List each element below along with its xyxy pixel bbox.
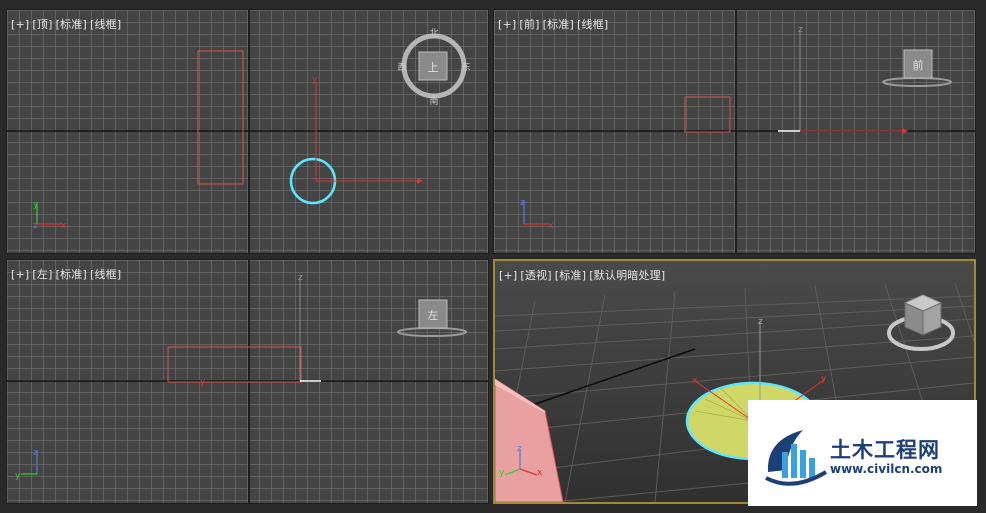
compass-east[interactable]: 东: [461, 61, 470, 73]
box-object[interactable]: [167, 346, 302, 383]
view-type-menu[interactable]: [左]: [32, 268, 52, 281]
viewport-menu-button[interactable]: [+]: [498, 18, 516, 31]
compass-south[interactable]: 南: [429, 95, 438, 107]
viewport-menu-button[interactable]: [+]: [499, 269, 517, 282]
compass-west[interactable]: 西: [397, 62, 406, 73]
tripod-y-label: y: [499, 468, 505, 478]
gizmo-z-label: z: [798, 25, 803, 35]
compass-ring[interactable]: [882, 77, 952, 87]
gizmo-y-label: y: [200, 377, 206, 387]
tripod-z-label: z: [33, 221, 37, 230]
viewcube-face-top: 上: [428, 61, 439, 74]
tripod-z-label: z: [520, 198, 525, 208]
viewport-front[interactable]: z 前 z x [+] [前] [标准] [线框]: [493, 9, 976, 254]
viewport-top[interactable]: y 上 北 南 东 西 y x z [+] [顶] [标准] [线框]: [6, 9, 489, 254]
viewport-left-canvas: z y 左 z y: [7, 260, 488, 503]
gizmo-x-arrow: [902, 128, 908, 134]
tripod-z-label: z: [33, 448, 38, 458]
tripod-y-label: y: [15, 471, 21, 481]
watermark-title: 土木工程网: [830, 438, 940, 462]
tripod-x-label: x: [61, 221, 67, 231]
watermark-url: www.civilcn.com: [830, 462, 943, 476]
view-type-menu[interactable]: [顶]: [32, 18, 52, 31]
shading-mode-menu[interactable]: [线框]: [90, 268, 121, 281]
compass-north[interactable]: 北: [429, 28, 438, 39]
gizmo-z-label: z: [298, 273, 303, 283]
shading-mode-menu[interactable]: [默认明暗处理]: [589, 269, 665, 282]
viewport-left[interactable]: z y 左 z y [+] [左] [标准] [线框]: [6, 259, 489, 504]
viewport-top-canvas: y 上 北 南 东 西 y x z: [7, 10, 488, 253]
render-preset-menu[interactable]: [标准]: [56, 18, 87, 31]
viewcube-face-front: 前: [913, 58, 924, 72]
viewcube-face-left: 左: [428, 309, 439, 322]
viewport-perspective-label: [+] [透视] [标准] [默认明暗处理]: [499, 267, 668, 283]
gizmo-x-label: x: [692, 376, 698, 386]
shading-mode-menu[interactable]: [线框]: [90, 18, 121, 31]
civilcn-logo-icon: [765, 430, 828, 486]
viewport-front-label: [+] [前] [标准] [线框]: [498, 16, 611, 32]
gizmo-x-arrow: [417, 178, 423, 184]
render-preset-menu[interactable]: [标准]: [555, 269, 586, 282]
tripod-y-label: y: [33, 200, 39, 210]
viewport-menu-button[interactable]: [+]: [11, 18, 29, 31]
compass-ring[interactable]: [397, 327, 467, 337]
gizmo-y-label: y: [312, 75, 318, 85]
viewport-top-label: [+] [顶] [标准] [线框]: [11, 16, 124, 32]
box-object[interactable]: [197, 50, 244, 185]
view-type-menu[interactable]: [前]: [519, 18, 539, 31]
gizmo-z-label: z: [758, 317, 763, 327]
viewport-menu-button[interactable]: [+]: [11, 268, 29, 281]
shading-mode-menu[interactable]: [线框]: [577, 18, 608, 31]
tripod-x-label: x: [537, 468, 543, 478]
view-type-menu[interactable]: [透视]: [520, 269, 551, 282]
box-object[interactable]: [684, 96, 731, 133]
viewport-left-label: [+] [左] [标准] [线框]: [11, 266, 124, 282]
render-preset-menu[interactable]: [标准]: [543, 18, 574, 31]
tripod-x-label: x: [548, 221, 554, 231]
site-watermark: 土木工程网 www.civilcn.com: [748, 400, 977, 506]
viewport-front-canvas: z 前 z x: [494, 10, 975, 253]
render-preset-menu[interactable]: [标准]: [56, 268, 87, 281]
tripod-z-label: z: [517, 444, 522, 454]
gizmo-y-label: y: [821, 374, 827, 384]
